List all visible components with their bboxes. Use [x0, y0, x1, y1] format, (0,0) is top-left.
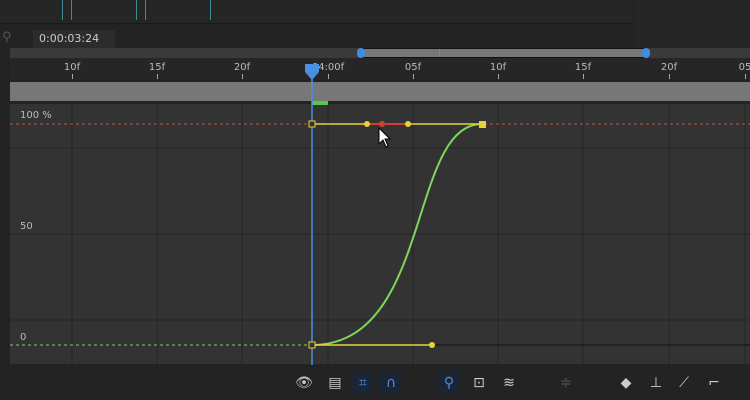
separate-dimensions-icon[interactable]: ≋: [498, 372, 520, 394]
handle-point-selected[interactable]: [379, 121, 385, 127]
keyframe-diamond-icon[interactable]: ◆: [615, 372, 637, 394]
transform-box-icon[interactable]: ⌗: [352, 372, 374, 394]
snap-magnet-icon[interactable]: ∩: [380, 372, 402, 394]
graph-toolbar: [0, 366, 750, 400]
graph-svg: [10, 64, 750, 365]
handle-point[interactable]: [364, 121, 370, 127]
fit-selection-icon[interactable]: ⚲: [438, 372, 460, 394]
keyframe-range-marker: [312, 101, 328, 105]
keyframe-end[interactable]: [479, 121, 486, 128]
auto-bezier-icon[interactable]: ⌐: [703, 372, 725, 394]
graph-type-icon[interactable]: ▤: [324, 372, 346, 394]
handle-point[interactable]: [429, 342, 435, 348]
playhead-handle[interactable]: [305, 64, 319, 80]
keyframe-start[interactable]: [308, 341, 316, 349]
handle-point[interactable]: [405, 121, 411, 127]
edit-keyframe-icon[interactable]: ≑: [555, 372, 577, 394]
keyframe-start-top[interactable]: [308, 120, 316, 128]
fit-all-graphs-icon[interactable]: ⊡: [468, 372, 490, 394]
hold-keyframe-icon[interactable]: ⊥: [645, 372, 667, 394]
eye-icon[interactable]: 👁: [293, 372, 315, 394]
linear-keyframe-icon[interactable]: ⟋: [673, 372, 695, 394]
cursor-icon: [378, 126, 392, 148]
